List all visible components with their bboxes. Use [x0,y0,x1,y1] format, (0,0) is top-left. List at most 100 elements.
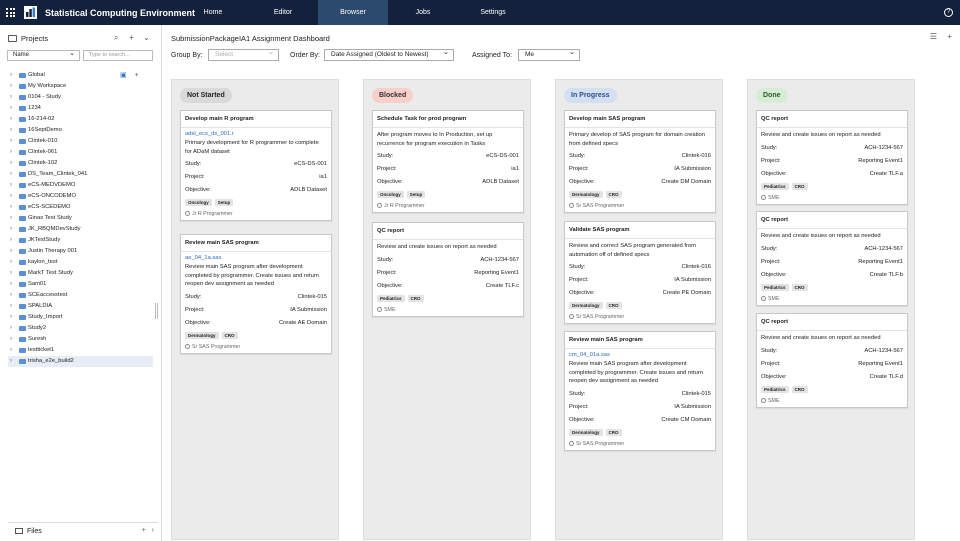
tree-item[interactable]: › Ginas Test Study [8,213,153,224]
objective-value: ADLB Dataset [482,179,519,185]
program-link[interactable]: adsl_ecs_ds_001.r [185,131,327,137]
tree-item[interactable]: › Sam01 [8,279,153,290]
chevron-right-icon[interactable]: › [10,81,12,92]
chevron-right-icon[interactable]: › [10,180,12,191]
tree-item[interactable]: › Clintek-061 [8,147,153,158]
tag-badge: CRO [791,385,808,393]
user-icon [569,440,574,446]
tree-item[interactable]: › eCS-ONCODEMO [8,191,153,202]
tree-item[interactable]: › trisha_e2e_build2 [8,356,153,367]
tree-item[interactable]: › Clintek-102 [8,158,153,169]
program-link[interactable]: ae_04_1a.sas [185,255,327,261]
project-label: Project: [569,403,589,410]
chevron-right-icon[interactable]: › [10,213,12,224]
chevron-right-icon[interactable]: › [10,125,12,136]
chevron-right-icon[interactable]: › [10,92,12,103]
tree-item[interactable]: › 1234 [8,103,153,114]
project-row: Project: ia1 [185,171,327,184]
assignee: Sr SAS Programmer [569,200,711,212]
files-tools[interactable]: + › [142,527,154,534]
tree-item[interactable]: › Study_Import [8,312,153,323]
tree-item[interactable]: › MarkT Test Study [8,268,153,279]
task-card[interactable]: QC report Review and create issues on rep… [756,211,908,306]
task-card[interactable]: Develop main SAS program Primary develop … [564,110,716,213]
tree-item[interactable]: › testticket1 [8,345,153,356]
chevron-right-icon[interactable]: › [10,334,12,345]
folder-icon [19,106,26,111]
task-card[interactable]: Schedule Task for prod program After prog… [372,110,524,213]
help-icon[interactable]: ? [944,8,953,17]
chevron-right-icon[interactable]: › [10,202,12,213]
task-card[interactable]: QC report Review and create issues on rep… [756,313,908,408]
chevron-right-icon[interactable]: › [10,323,12,334]
chevron-right-icon[interactable]: › [10,114,12,125]
tree-item[interactable]: › Justin Therapy 001 [8,246,153,257]
assigned-to-select[interactable]: Me [518,48,580,61]
tree-item[interactable]: › 16SeptDemo [8,125,153,136]
order-by-select[interactable]: Date Assigned (Oldest to Newest) [324,48,454,61]
chevron-right-icon[interactable]: › [10,103,12,114]
tree-item[interactable]: › Suresh [8,334,153,345]
chevron-right-icon[interactable]: › [10,169,12,180]
chevron-right-icon[interactable]: › [10,191,12,202]
list-view-icon[interactable]: ☰ [930,32,937,41]
tree-item[interactable]: › SPALDIA [8,301,153,312]
tree-item[interactable]: › eCS-SCEDEMO [8,202,153,213]
add-icon[interactable]: + [129,33,134,42]
tree-item[interactable]: › JKTestStudy [8,235,153,246]
tree-item[interactable]: › DS_Team_Clintek_041 [8,169,153,180]
tree-item[interactable]: › SCEaccesstest [8,290,153,301]
chevron-right-icon[interactable]: › [10,257,12,268]
chevron-right-icon[interactable]: › [10,246,12,257]
chevron-right-icon[interactable]: › [10,224,12,235]
add-icon[interactable]: + [947,32,952,41]
tree-item[interactable]: › 16-214-02 [8,114,153,125]
nav-home[interactable]: Home [178,0,248,25]
task-card[interactable]: Validate SAS program Review and correct S… [564,221,716,324]
sort-select[interactable]: Name [7,49,80,61]
project-value: IA Submission [290,306,327,313]
task-card[interactable]: Review main SAS program ae_04_1a.sas Revie… [180,234,332,354]
nav-browser[interactable]: Browser [318,0,388,25]
tree-item[interactable]: › kaylon_test [8,257,153,268]
chevron-right-icon[interactable]: › [10,356,12,367]
program-link[interactable]: cm_04_01a.sas [569,352,711,358]
assignee-name: Jr R Programmer [384,203,425,209]
chevron-right-icon[interactable]: › [10,268,12,279]
tree-item[interactable]: › 0104 - Study [8,92,153,103]
files-section[interactable]: Files + › [8,522,158,535]
nav-jobs[interactable]: Jobs [388,0,458,25]
chevron-right-icon[interactable]: › [10,290,12,301]
chevron-right-icon[interactable]: › [10,345,12,356]
tag-list: Dermatology CRO [185,331,327,341]
chevron-right-icon[interactable]: › [10,312,12,323]
tree-item[interactable]: › Study2 [8,323,153,334]
task-card[interactable]: QC report Review and create issues on rep… [756,110,908,205]
nav-editor[interactable]: Editor [248,0,318,25]
chevron-right-icon[interactable]: › [10,136,12,147]
tree-item[interactable]: › eCS-MEDVDEMO [8,180,153,191]
apps-grid-icon[interactable] [6,8,15,17]
chevron-right-icon[interactable]: › [10,158,12,169]
tag-badge: CRO [605,302,622,309]
task-card[interactable]: Develop main R program adsl_ecs_ds_001.r P… [180,110,332,221]
study-row: Study: eCS-DS-001 [377,150,519,163]
group-by-select[interactable]: Select [208,48,279,61]
chevron-right-icon[interactable]: › [10,279,12,290]
tree-item[interactable]: › My Workspace [8,81,153,92]
tree-item[interactable]: › JK_RBQMDevStudy [8,224,153,235]
tree-item[interactable]: › Clintek-010 [8,136,153,147]
chevron-right-icon[interactable]: › [10,301,12,312]
chevron-down-icon[interactable]: ⌄ [143,33,150,42]
nav-settings[interactable]: Settings [458,0,528,25]
project-search-input[interactable]: Type to search... [83,50,153,61]
search-icon[interactable]: ⌕ [114,33,118,43]
task-card[interactable]: QC report Review and create issues on rep… [372,222,524,317]
panel-resize-handle[interactable] [155,303,158,319]
chevron-right-icon[interactable]: › [10,147,12,158]
tree-item[interactable]: › Global [8,70,153,81]
study-value: ACH-1234-567 [864,245,903,252]
chevron-right-icon[interactable]: › [10,235,12,246]
chevron-right-icon[interactable]: › [10,70,12,81]
task-card[interactable]: Review main SAS program cm_04_01a.sas Revi… [564,331,716,451]
